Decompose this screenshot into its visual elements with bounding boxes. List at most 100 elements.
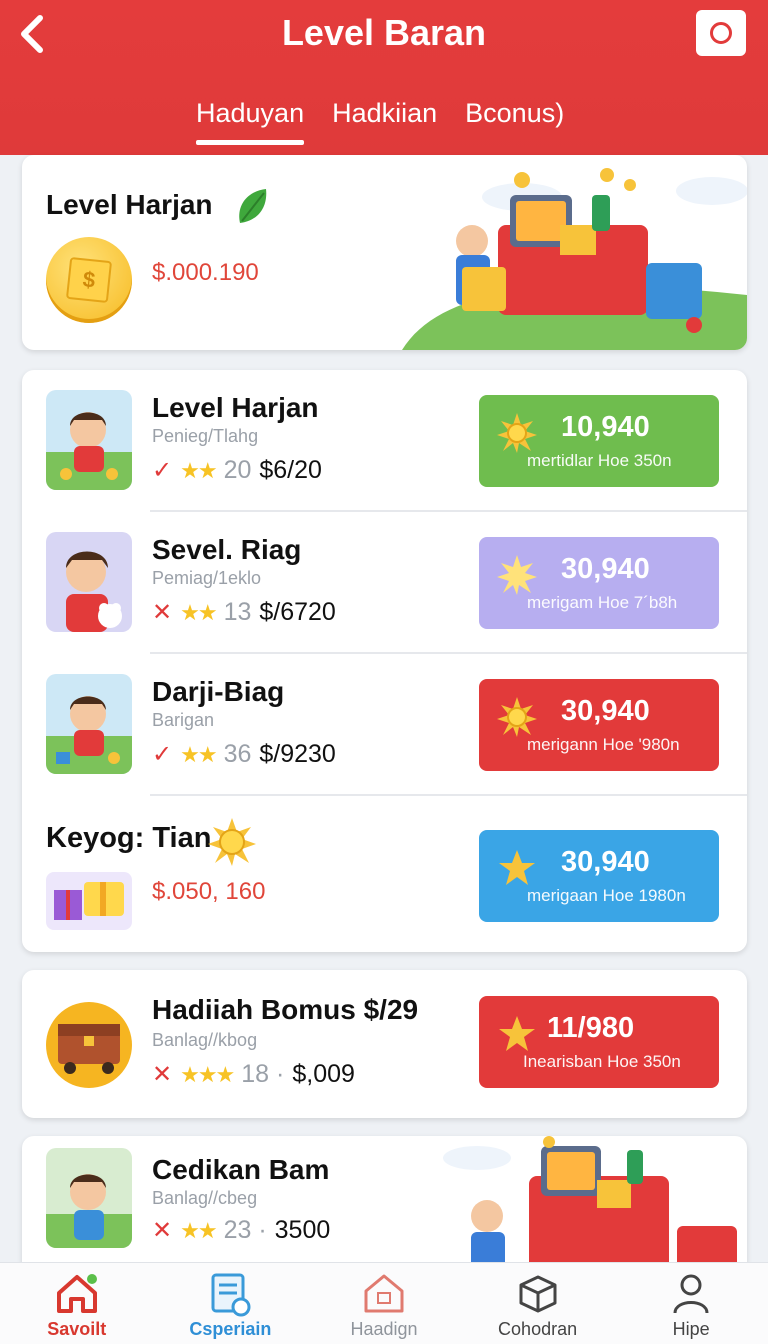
coin-burst-icon (208, 818, 256, 866)
star-rating: ★★★ (180, 1061, 235, 1087)
card-title: Level Harjan (46, 189, 213, 220)
treasure-chest-icon (46, 1002, 132, 1088)
reward-button[interactable]: 30,940 merigam Hoe 7´b8h (479, 537, 719, 629)
gift-box-icon (46, 872, 132, 930)
check-icon: ✓ (152, 741, 173, 768)
reward-basket-illustration (402, 168, 747, 350)
row-meta: ✓ ★★ 20 $6/20 (152, 456, 322, 485)
row-title: Darji-Biag (152, 676, 285, 707)
reward-subtitle: Inearisban Hoe 350n (523, 1052, 681, 1071)
row-price: $6/20 (259, 456, 322, 484)
coin-burst-icon (497, 697, 537, 737)
tab-hadkiian[interactable]: Hadkiian (332, 98, 437, 141)
row-price: $,009 (292, 1060, 355, 1088)
row-count: 20 (223, 456, 252, 484)
tab-haduyan[interactable]: Haduyan (196, 98, 305, 145)
row-title: Hadiiah Bomus $/29 (152, 994, 419, 1025)
row-title: Level Harjan (152, 392, 319, 423)
boy-avatar-icon (66, 551, 122, 632)
reward-subtitle: merigann Hoe '980n (527, 735, 680, 754)
list-item[interactable]: Sevel. Riag Pemiag/1eklo ✕ ★★ 13 $/6720 … (22, 512, 747, 654)
tab-bar: Haduyan Hadkiian Bconus) (196, 98, 564, 145)
row-subtitle: Penieg/Tlahg (152, 426, 259, 446)
row-meta: ✕ ★★ 13 $/6720 (152, 598, 336, 627)
reward-subtitle: merigam Hoe 7´b8h (527, 593, 678, 612)
nav-label: Hipe (672, 1319, 710, 1339)
reward-button[interactable]: 11/980 Inearisban Hoe 350n (479, 996, 719, 1088)
nav-label: Csperiain (189, 1319, 272, 1339)
house-outline-icon (364, 1274, 404, 1313)
cedikan-card[interactable]: Cedikan Bam Banlag//cbeg ✕ ★★ 23 · 3500 (22, 1136, 747, 1276)
nav-item-hipe[interactable]: Hipe (614, 1263, 768, 1344)
keyog-row[interactable]: Keyog: Tian $.050, 160 30,940 merigaan H… (22, 796, 747, 952)
row-title: Cedikan Bam (152, 1154, 330, 1185)
nav-item-savoilt[interactable]: Savoilt (0, 1263, 154, 1344)
row-meta: ✕ ★★★ 18 · $,009 (152, 1060, 355, 1089)
keyog-amount: $.050, 160 (152, 878, 266, 905)
reward-button[interactable]: 30,940 merigaan Hoe 1980n (479, 830, 719, 922)
coin-icon: $ (46, 237, 132, 323)
reward-value: 30,940 (561, 695, 650, 727)
row-count: 36 (223, 740, 252, 768)
row-count: 18 · (241, 1060, 285, 1088)
row-meta: ✕ ★★ 23 · 3500 (152, 1216, 330, 1245)
nav-item-csperiain[interactable]: Csperiain (154, 1263, 308, 1344)
coin-balance: $.000.190 (152, 259, 259, 286)
boy-avatar-icon (46, 696, 132, 774)
reward-subtitle: merigaan Hoe 1980n (527, 886, 686, 905)
row-price: 3500 (274, 1216, 331, 1244)
reward-basket-illustration (443, 1136, 737, 1276)
row-meta: ✓ ★★ 36 $/9230 (152, 740, 336, 769)
star-rating: ★★ (180, 599, 217, 625)
star-rating: ★★ (180, 457, 217, 483)
leaf-icon (239, 189, 267, 223)
reward-value: 11/980 (547, 1012, 635, 1044)
row-subtitle: Banlag//kbog (152, 1030, 258, 1050)
row-count: 23 · (223, 1216, 267, 1244)
cross-icon: ✕ (152, 1217, 173, 1244)
star-icon (499, 1016, 535, 1051)
keyog-title: Keyog: Tian (46, 822, 212, 854)
avatar (46, 674, 132, 774)
page-title: Level Baran (281, 12, 487, 53)
app-header: Level Baran Haduyan Hadkiian Bconus) (0, 0, 768, 155)
star-rating: ★★ (180, 1217, 217, 1243)
bonus-card[interactable]: Hadiiah Bomus $/29 Banlag//kbog ✕ ★★★ 18… (22, 970, 747, 1118)
row-subtitle: Pemiag/1eklo (152, 568, 262, 588)
check-icon: ✓ (152, 457, 173, 484)
row-count: 13 (223, 598, 252, 626)
circle-icon (710, 22, 732, 44)
bottom-nav: Savoilt Csperiain Haadign Cohodran Hipe (0, 1262, 768, 1344)
cross-icon: ✕ (152, 1061, 173, 1088)
reward-value: 10,940 (561, 411, 650, 443)
level-summary-card[interactable]: Level Harjan $ $.000.190 (22, 155, 747, 350)
coin-burst-icon (497, 413, 537, 453)
boy-avatar-icon (46, 1148, 132, 1248)
boy-avatar-icon (46, 412, 132, 490)
star-rating: ★★ (180, 741, 217, 767)
reward-value: 30,940 (561, 846, 650, 878)
row-subtitle: Barigan (152, 710, 215, 730)
camera-button[interactable] (696, 10, 746, 56)
nav-item-haadign[interactable]: Haadign (307, 1263, 461, 1344)
home-icon (56, 1274, 97, 1313)
star-icon (499, 850, 535, 885)
list-item[interactable]: Darji-Biag Barigan ✓ ★★ 36 $/9230 30,940… (22, 654, 747, 796)
row-price: $/9230 (259, 740, 336, 768)
nav-item-cohodran[interactable]: Cohodran (461, 1263, 615, 1344)
reward-button[interactable]: 30,940 merigann Hoe '980n (479, 679, 719, 771)
tab-bconus[interactable]: Bconus) (465, 98, 564, 141)
nav-label: Savoilt (47, 1319, 107, 1339)
reward-value: 30,940 (561, 553, 650, 585)
nav-label: Haadign (350, 1319, 418, 1339)
cross-icon: ✕ (152, 599, 173, 626)
row-price: $/6720 (259, 598, 336, 626)
avatar (46, 390, 132, 490)
reward-subtitle: mertidlar Hoe 350n (527, 451, 672, 470)
sparkle-icon (497, 555, 537, 595)
row-subtitle: Banlag//cbeg (152, 1188, 258, 1208)
list-item[interactable]: Level Harjan Penieg/Tlahg ✓ ★★ 20 $6/20 … (22, 370, 747, 512)
avatar (46, 532, 132, 632)
reward-button[interactable]: 10,940 mertidlar Hoe 350n (479, 395, 719, 487)
row-title: Sevel. Riag (152, 534, 302, 565)
